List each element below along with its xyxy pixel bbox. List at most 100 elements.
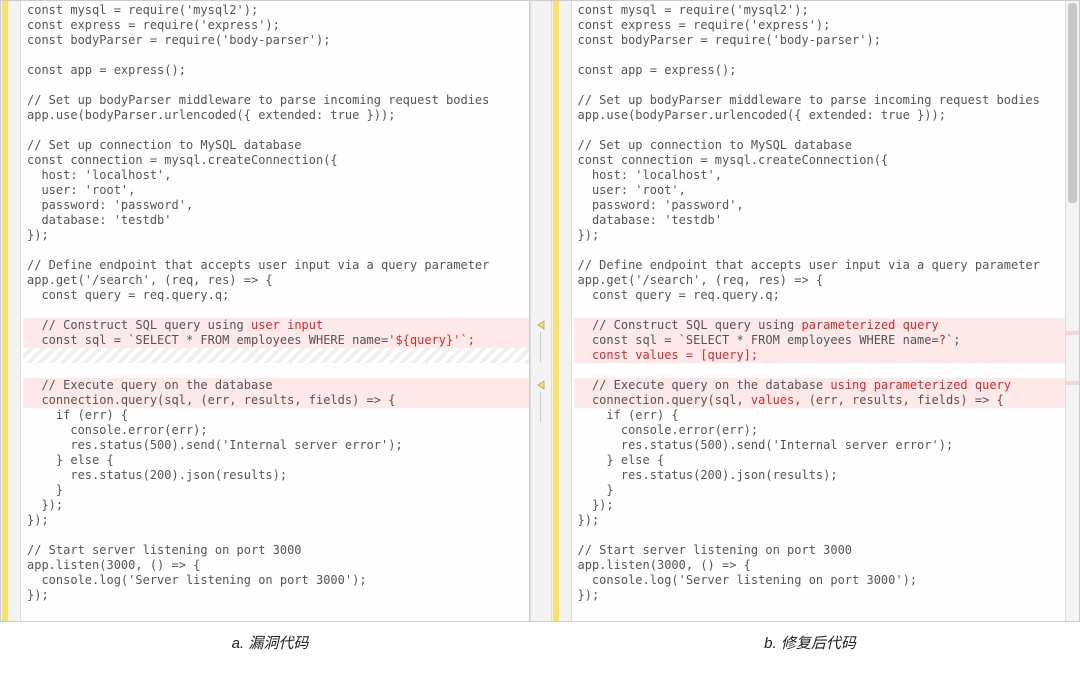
code-line[interactable]: host: 'localhost', <box>574 168 1066 183</box>
code-line[interactable]: database: 'testdb' <box>574 213 1066 228</box>
code-line[interactable]: }); <box>23 513 529 528</box>
code-line[interactable]: // Set up connection to MySQL database <box>23 138 529 153</box>
code-line[interactable]: const connection = mysql.createConnectio… <box>23 153 529 168</box>
code-line[interactable]: // Set up bodyParser middleware to parse… <box>23 93 529 108</box>
code-line[interactable]: }); <box>23 228 529 243</box>
diff-connector <box>540 392 542 422</box>
code-line[interactable]: } <box>23 483 529 498</box>
code-line[interactable]: }); <box>574 498 1066 513</box>
code-line[interactable]: app.get('/search', (req, res) => { <box>574 273 1066 288</box>
code-line[interactable] <box>23 348 529 363</box>
code-line[interactable]: const values = [query]; <box>574 348 1066 363</box>
code-segment: const sql = `SELECT * FROM employees WHE… <box>578 333 939 347</box>
code-line[interactable]: const connection = mysql.createConnectio… <box>574 153 1066 168</box>
code-line[interactable] <box>574 48 1066 63</box>
diff-arrow-icon[interactable] <box>533 378 551 392</box>
code-line[interactable]: host: 'localhost', <box>23 168 529 183</box>
code-line[interactable] <box>574 303 1066 318</box>
code-line[interactable]: if (err) { <box>23 408 529 423</box>
code-line[interactable]: // Define endpoint that accepts user inp… <box>574 258 1066 273</box>
code-line[interactable]: app.use(bodyParser.urlencoded({ extended… <box>23 108 529 123</box>
code-line[interactable]: user: 'root', <box>23 183 529 198</box>
code-line[interactable]: res.status(500).send('Internal server er… <box>23 438 529 453</box>
scroll-change-mark <box>1066 331 1079 335</box>
code-line[interactable]: }); <box>574 513 1066 528</box>
code-line[interactable]: }); <box>574 588 1066 603</box>
diff-connector <box>540 332 542 362</box>
right-gutter <box>552 1 572 621</box>
code-line[interactable]: const bodyParser = require('body-parser'… <box>574 33 1066 48</box>
code-line[interactable] <box>23 123 529 138</box>
code-line[interactable]: console.log('Server listening on port 30… <box>574 573 1066 588</box>
right-scrollbar[interactable] <box>1065 1 1079 621</box>
code-line[interactable]: } <box>574 483 1066 498</box>
scroll-thumb[interactable] <box>1068 3 1077 203</box>
code-line[interactable] <box>574 123 1066 138</box>
code-line[interactable]: user: 'root', <box>574 183 1066 198</box>
code-segment: // Construct SQL query using <box>27 318 251 332</box>
code-line[interactable]: const bodyParser = require('body-parser'… <box>23 33 529 48</box>
left-code-area[interactable]: const mysql = require('mysql2');const ex… <box>21 1 529 621</box>
code-line[interactable]: // Set up bodyParser middleware to parse… <box>574 93 1066 108</box>
code-line[interactable]: res.status(500).send('Internal server er… <box>574 438 1066 453</box>
code-line[interactable] <box>23 528 529 543</box>
code-line[interactable]: app.listen(3000, () => { <box>574 558 1066 573</box>
code-line[interactable]: database: 'testdb' <box>23 213 529 228</box>
code-line[interactable]: app.get('/search', (req, res) => { <box>23 273 529 288</box>
code-line[interactable]: const sql = `SELECT * FROM employees WHE… <box>23 333 529 348</box>
code-line[interactable] <box>574 528 1066 543</box>
code-line[interactable]: connection.query(sql, (err, results, fie… <box>23 393 529 408</box>
code-line[interactable] <box>23 243 529 258</box>
code-segment: `; <box>946 333 960 347</box>
code-line[interactable]: }); <box>23 588 529 603</box>
code-line[interactable] <box>574 243 1066 258</box>
code-line[interactable]: const query = req.query.q; <box>574 288 1066 303</box>
diff-arrow-icon[interactable] <box>533 318 551 332</box>
code-line[interactable]: const app = express(); <box>574 63 1066 78</box>
code-line[interactable] <box>23 78 529 93</box>
code-line[interactable]: }); <box>23 498 529 513</box>
code-line[interactable]: // Execute query on the database <box>23 378 529 393</box>
code-line[interactable] <box>23 48 529 63</box>
code-line[interactable]: const express = require('express'); <box>574 18 1066 33</box>
right-modified-marker <box>553 1 559 621</box>
code-segment: parameterized query <box>801 318 938 332</box>
code-line[interactable] <box>23 363 529 378</box>
left-gutter <box>1 1 21 621</box>
code-line[interactable]: // Execute query on the database using p… <box>574 378 1066 393</box>
code-line[interactable]: // Define endpoint that accepts user inp… <box>23 258 529 273</box>
code-segment: values, <box>751 393 802 407</box>
code-segment: // Execute query on the database <box>578 378 831 392</box>
code-line[interactable]: // Start server listening on port 3000 <box>23 543 529 558</box>
code-line[interactable] <box>23 303 529 318</box>
code-line[interactable]: password: 'password', <box>23 198 529 213</box>
code-line[interactable]: console.log('Server listening on port 30… <box>23 573 529 588</box>
code-line[interactable]: const mysql = require('mysql2'); <box>23 3 529 18</box>
code-line[interactable]: const express = require('express'); <box>23 18 529 33</box>
code-line[interactable]: app.use(bodyParser.urlencoded({ extended… <box>574 108 1066 123</box>
code-line[interactable]: const query = req.query.q; <box>23 288 529 303</box>
code-line[interactable]: } else { <box>574 453 1066 468</box>
left-modified-marker <box>2 1 8 621</box>
code-line[interactable]: res.status(200).json(results); <box>574 468 1066 483</box>
code-line[interactable]: // Set up connection to MySQL database <box>574 138 1066 153</box>
code-line[interactable]: const sql = `SELECT * FROM employees WHE… <box>574 333 1066 348</box>
code-line[interactable]: connection.query(sql, values, (err, resu… <box>574 393 1066 408</box>
code-line[interactable]: console.error(err); <box>574 423 1066 438</box>
code-line[interactable]: // Construct SQL query using user input <box>23 318 529 333</box>
code-line[interactable]: const app = express(); <box>23 63 529 78</box>
code-line[interactable] <box>574 363 1066 378</box>
code-line[interactable]: // Construct SQL query using parameteriz… <box>574 318 1066 333</box>
right-code-area[interactable]: const mysql = require('mysql2');const ex… <box>572 1 1066 621</box>
code-line[interactable]: password: 'password', <box>574 198 1066 213</box>
code-line[interactable]: app.listen(3000, () => { <box>23 558 529 573</box>
code-line[interactable] <box>574 78 1066 93</box>
code-line[interactable]: if (err) { <box>574 408 1066 423</box>
code-line[interactable]: // Start server listening on port 3000 <box>574 543 1066 558</box>
code-line[interactable]: console.error(err); <box>23 423 529 438</box>
code-line[interactable]: res.status(200).json(results); <box>23 468 529 483</box>
code-line[interactable]: const mysql = require('mysql2'); <box>574 3 1066 18</box>
code-line[interactable]: } else { <box>23 453 529 468</box>
code-segment: const values = [query]; <box>592 348 758 362</box>
code-line[interactable]: }); <box>574 228 1066 243</box>
